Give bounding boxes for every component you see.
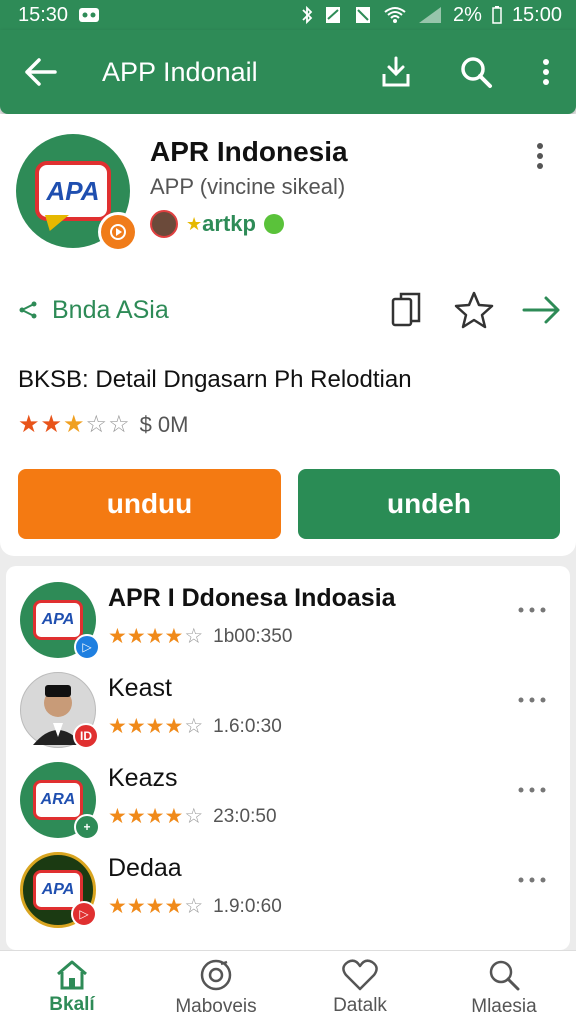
star-small-icon: ★ [186,213,203,234]
list-item-count: 23:0:50 [213,805,277,827]
status-time-right: 15:00 [511,3,562,26]
game-badge-icon: + [74,814,100,840]
rating-stars: ★★★★ ☆ [108,895,204,918]
app-icon: ID [20,672,99,749]
item-more-button[interactable] [514,778,550,802]
nav-search[interactable]: Mlaesia [432,951,576,1024]
arrow-right-icon [522,296,560,324]
status-time-left: 15:30 [18,3,69,26]
nav-home[interactable]: Bkalí [0,951,144,1024]
app-detail-card: APA APR Indonesia APP (vincine sikeal) ★… [0,114,576,556]
notification-icon [78,7,100,23]
rating-stars: ★ ★ ★ ☆ ☆ [18,411,130,438]
overflow-menu-button[interactable] [516,30,576,114]
related-apps-list: APA ▷ APR I Ddonesa Indoasia ★★★★ ☆ 1b00:… [6,566,570,950]
battery-icon [492,6,502,24]
vibrate-icon [323,5,343,25]
copy-button[interactable] [372,282,440,338]
share-icon [19,301,37,319]
list-item-name: Keazs [108,764,178,792]
developer-name: artkp [202,211,256,236]
list-item-count: 1.9:0:60 [213,895,282,917]
copy-icon [391,292,421,327]
list-item[interactable]: ID Keast ★★★★ ☆ 1.6:0:30 [6,668,570,758]
mute-icon [353,5,373,25]
back-button[interactable] [0,30,80,114]
more-vert-icon [543,59,549,85]
item-more-button[interactable] [514,688,550,712]
app-subtitle: APP (vincine sikeal) [150,174,346,199]
more-horiz-icon [518,697,546,703]
app-logo: APA [16,134,138,252]
wishlist-button[interactable] [440,282,508,338]
play-badge-icon: ▷ [74,634,100,660]
item-more-button[interactable] [514,868,550,892]
heart-icon [342,958,378,990]
play-badge-icon: ▷ [71,901,97,927]
list-item-name: Keast [108,674,172,702]
app-logo-text: APA [46,175,100,206]
rating-stars: ★★★★ ☆ [108,805,204,828]
list-item-count: 1.6:0:30 [213,715,282,737]
home-icon [57,960,87,989]
developer-avatar [150,210,178,238]
list-item[interactable]: APA ▷ Dedaa ★★★★ ☆ 1.9:0:60 [6,848,570,938]
download-button[interactable] [356,30,436,114]
download-icon [382,56,410,87]
nav-favorites[interactable]: Datalk [288,951,432,1024]
app-icon: ARA + [20,762,100,840]
nav-explore-label: Maboveis [175,995,257,1017]
item-more-button[interactable] [514,598,550,622]
app-name: APR Indonesia [150,136,348,167]
share-label: Bnda ASia [52,295,169,324]
play-badge-icon [98,212,138,252]
app-bar-title: APP Indonail [102,56,258,87]
more-horiz-icon [518,787,546,793]
app-icon-text: ARA [40,791,76,808]
app-price: $ 0M [139,411,189,437]
app-bar: APP Indonail [0,30,576,114]
list-item-name: APR I Ddonesa Indoasia [108,584,396,612]
more-horiz-icon [518,877,546,883]
compass-icon [200,959,232,990]
app-icon: APA ▷ [20,852,97,928]
search-icon [489,960,520,990]
app-icon-text: APA [41,881,75,898]
app-menu-button[interactable] [520,136,560,176]
share-row: Bnda ASia [0,282,576,338]
wifi-icon [383,6,407,24]
list-item-name: Dedaa [108,854,182,882]
arrow-left-icon [25,58,57,86]
nav-explore[interactable]: Maboveis [144,951,288,1024]
open-button[interactable] [508,282,576,338]
download-action-button[interactable]: unduu [18,469,281,539]
app-icon-text: APA [41,611,75,628]
nav-favorites-label: Datalk [333,994,387,1016]
list-item-count: 1b00:350 [213,625,293,647]
bluetooth-icon [301,5,313,25]
status-bar: 15:30 2% 15:00 [0,0,576,30]
verified-icon [263,214,284,234]
more-vert-icon [537,143,543,169]
list-item[interactable]: ARA + Keazs ★★★★ ☆ 23:0:50 [6,758,570,848]
more-horiz-icon [518,607,546,613]
signal-icon [417,5,443,25]
app-rating-row: ★ ★ ★ ☆ ☆ $ 0M [18,410,189,439]
battery-level: 2% [453,3,482,26]
app-icon-text: ID [73,723,99,749]
app-icon: APA ▷ [20,582,100,660]
rating-stars: ★★★★ ☆ [108,715,204,738]
rating-stars: ★★★★ ☆ [108,625,204,648]
install-action-button[interactable]: undeh [298,469,560,539]
search-icon [461,57,492,88]
bottom-navigation: Bkalí Maboveis Datalk Mlaesia [0,950,576,1024]
star-outline-icon [454,291,494,329]
search-button[interactable] [436,30,516,114]
list-item[interactable]: APA ▷ APR I Ddonesa Indoasia ★★★★ ☆ 1b00:… [6,578,570,668]
developer-row[interactable]: ★ artkp [150,210,284,238]
nav-home-label: Bkalí [49,993,95,1015]
nav-search-label: Mlaesia [471,995,537,1017]
share-button[interactable]: Bnda ASia [0,296,372,325]
app-detail-text: BKSB: Detail Dngasarn Ph Relodtian [18,366,412,393]
